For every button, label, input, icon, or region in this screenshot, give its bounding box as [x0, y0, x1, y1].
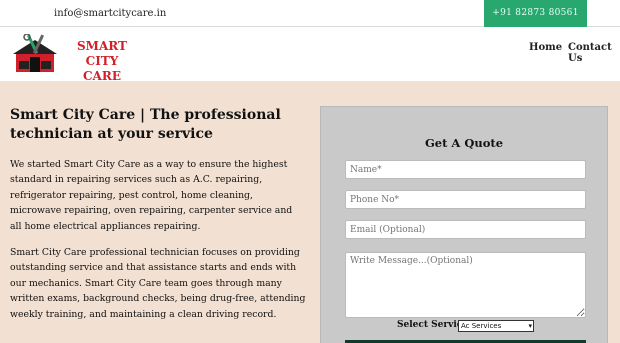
nav-contact-us[interactable]: Contact Us: [568, 42, 620, 64]
brand-line-2: CARE: [83, 69, 121, 83]
message-textarea[interactable]: [345, 252, 586, 318]
services-selected-value: Ac Services: [461, 322, 502, 330]
brand-line-1: SMART CITY: [77, 39, 127, 68]
email-input[interactable]: [345, 220, 586, 239]
services-select[interactable]: Ac Services ▾: [458, 320, 534, 332]
intro-paragraph-2: Smart City Care professional technician …: [10, 247, 306, 320]
nav-home[interactable]: Home: [529, 42, 562, 53]
brand-logo-text[interactable]: SMART CITY CARE: [62, 39, 142, 84]
contact-email[interactable]: info@smartcitycare.in: [54, 8, 166, 19]
quote-title: Get A Quote: [424, 136, 504, 150]
phone-input[interactable]: [345, 190, 586, 209]
intro-heading: Smart City Care | The professional techn…: [10, 107, 281, 142]
name-input[interactable]: [345, 160, 586, 179]
quote-form: Get A Quote Select Services: Ac Services…: [320, 106, 608, 343]
chevron-down-icon: ▾: [528, 322, 532, 330]
intro-section: Smart City Care | The professional techn…: [10, 106, 306, 333]
phone-button[interactable]: +91 82873 80561: [484, 0, 587, 27]
site-header: SMART CITY CARE Home Contact Us: [0, 27, 620, 84]
house-tools-icon[interactable]: [13, 34, 57, 74]
intro-paragraph-1: We started Smart City Care as a way to e…: [10, 159, 293, 232]
top-bar: info@smartcitycare.in +91 82873 80561: [0, 0, 620, 27]
